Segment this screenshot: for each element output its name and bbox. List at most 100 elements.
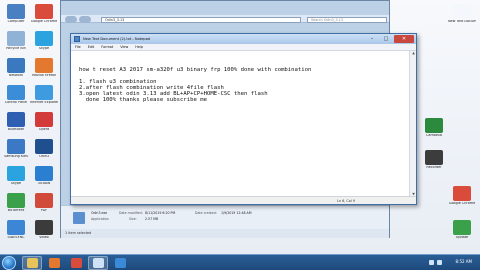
desktop-icon[interactable]: SIDESYNC [2,220,30,246]
menu-help[interactable]: Help [135,45,143,49]
desktop-icon-label: Recorder [426,166,442,169]
desktop-icon-label: Control Panel [4,101,28,104]
desktop-icon[interactable]: 3uTools [30,166,58,192]
desktop-icon-label: 3uTools [37,182,51,185]
desktop-icon-label: Mozilla Firefox [32,74,56,77]
maximize-button[interactable]: □ [380,35,392,43]
menu-format[interactable]: Format [101,45,113,49]
vertical-scrollbar[interactable]: ▲ ▼ [409,51,416,197]
desktop-icon-label: Camtasia [426,134,442,137]
desktop-icon-label: Google Chrome [448,202,476,205]
desktop-icon-label: Video [39,236,49,239]
recycle-bin-icon [7,31,25,46]
desktop-icon[interactable]: Computer [2,4,30,30]
desktop-icon[interactable]: Google Chrome [30,4,58,30]
taskbar-media[interactable] [110,256,130,270]
desktop-icon[interactable]: Mozilla Firefox [30,58,58,84]
skype-icon-2 [7,166,25,181]
network-icon [7,58,25,73]
desktop-icon-label: New Text Document [448,20,476,23]
text-editor[interactable]: how t reset A3 2017 sm-a320f u3 binary f… [73,53,408,197]
desktop-icon[interactable]: Odin3 [30,139,58,165]
desktop-icon[interactable]: Skype [30,31,58,57]
date-created-label: Date created: [195,211,217,215]
minimize-button[interactable]: – [366,35,378,43]
desktop-icon[interactable]: PDF [30,193,58,219]
desktop-icon-label: Network [8,74,24,77]
desktop-icon[interactable]: Opera [30,112,58,138]
taskbar-notepad[interactable] [88,256,108,270]
menu-view[interactable]: View [120,45,128,49]
desktop-icon-label: Skype [10,182,22,185]
text-line: done 100% thanks please subscribe me [79,97,207,103]
size-label: Size: [129,217,137,221]
network-tray-icon[interactable] [429,260,434,265]
file-name: Odin3.exe [91,211,108,215]
taskbar-firefox[interactable] [44,256,64,270]
desktop-icon-label: Odin3 [38,155,50,158]
desktop-icon-label: Opera [38,128,50,131]
close-button[interactable]: ✕ [394,35,414,43]
camtasia-icon [425,118,443,133]
notepad-titlebar[interactable]: New Text Document (2).txt - Notepad – □ … [71,34,416,44]
clock[interactable]: 8:52 AM [456,259,472,264]
start-button[interactable] [2,256,16,270]
desktop-icon-label: PDF [40,209,48,212]
desktop-icon-label: BitTorrent [7,209,25,212]
desktop-icon[interactable]: Recycle Bin [2,31,30,57]
desktop-icon-label: Internet Explorer [30,101,58,104]
file-type: Application [91,217,109,221]
desktop-icon[interactable]: Internet Explorer [30,85,58,111]
desktop-icon[interactable]: Update [448,220,476,246]
desktop-icon[interactable]: New Text Document [448,4,476,30]
desktop-icon[interactable]: BitTorrent [2,193,30,219]
scroll-up-icon[interactable]: ▲ [411,51,416,56]
taskbar-explorer[interactable] [22,256,42,270]
forward-button[interactable] [79,16,91,23]
address-bar[interactable]: Odin3_3.13 [101,17,301,23]
desktop-icon[interactable]: Bluetooth [2,112,30,138]
window-title: New Text Document (2).txt - Notepad [83,37,151,41]
sidesync-icon [7,220,25,235]
desktop-icon[interactable]: Network [2,58,30,84]
desktop-icon[interactable]: Camtasia [420,118,448,144]
recorder-icon [425,150,443,165]
menu-file[interactable]: File [75,45,81,49]
search-input[interactable]: Search Odin3_3.13 [307,17,387,23]
taskbar-chrome[interactable] [66,256,86,270]
desktop-icon[interactable]: Control Panel [2,85,30,111]
video-icon [35,220,53,235]
volume-tray-icon[interactable] [437,260,442,265]
opera-icon [35,112,53,127]
ie-icon [35,85,53,100]
desktop-icon-label: Update [455,236,469,239]
notepad-icon [92,258,104,268]
skype-icon [35,31,53,46]
firefox-icon [48,258,60,268]
application-icon [73,212,85,224]
menu-edit[interactable]: Edit [88,45,95,49]
notepad-status-bar: Ln 6, Col 9 [71,196,416,204]
kies-icon [7,139,25,154]
taskbar: 8:52 AM [0,254,480,270]
details-pane: Odin3.exe Application Date modified: 8/1… [61,205,389,229]
computer-icon [7,4,25,19]
desktop-icon[interactable]: Samsung Kies [2,139,30,165]
torrent-icon [7,193,25,208]
date-created-value: 1/9/2019 12:48 AM [221,211,252,215]
desktop-icon[interactable]: Google Chrome [448,186,476,212]
media-player-icon [114,258,126,268]
desktop-icon[interactable]: Video [30,220,58,246]
cursor-position: Ln 6, Col 9 [337,199,356,203]
notepad-window[interactable]: New Text Document (2).txt - Notepad – □ … [70,33,417,205]
desktop-icon-label: Skype [38,47,50,50]
back-button[interactable] [65,16,77,23]
odin-icon [35,139,53,154]
desktop-icon-label: SIDESYNC [7,236,25,239]
tools-icon [35,166,53,181]
desktop-icon[interactable]: Skype [2,166,30,192]
notepad-icon [74,36,80,42]
desktop-icon[interactable]: Recorder [420,150,448,176]
pdf-icon [35,193,53,208]
size-value: 2.57 MB [145,217,159,221]
